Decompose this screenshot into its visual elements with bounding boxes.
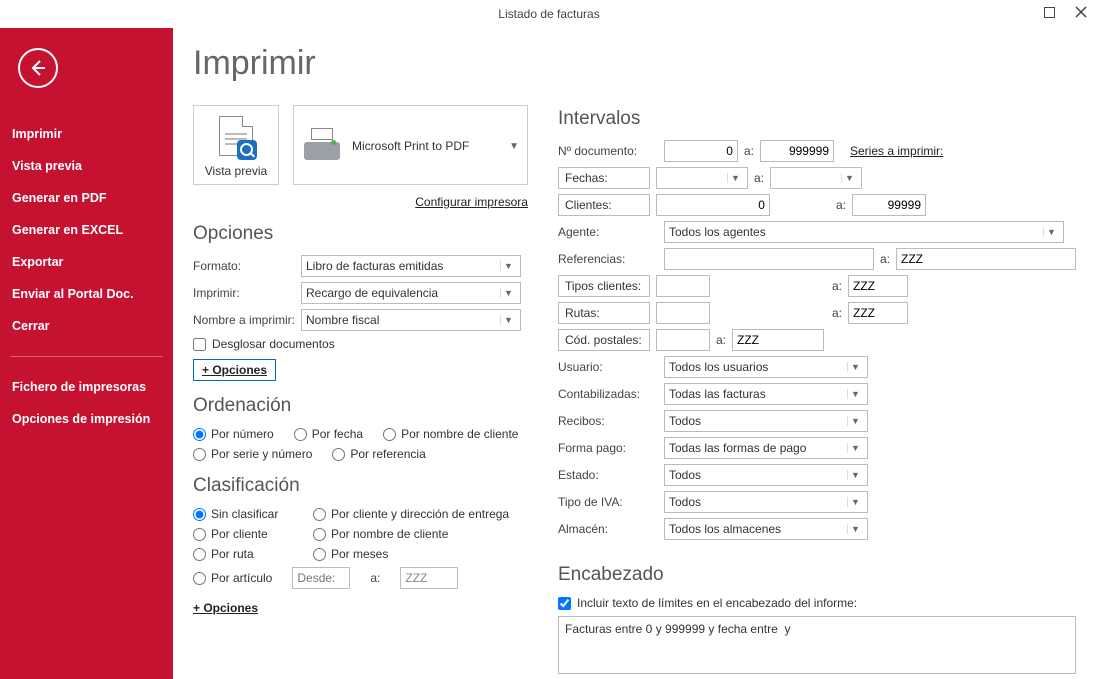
sidebar-item-cerrar[interactable]: Cerrar: [0, 310, 173, 342]
clas-mas-opciones[interactable]: + Opciones: [193, 601, 258, 615]
orden-por-nombre-cliente[interactable]: Por nombre de cliente: [383, 427, 518, 441]
clas-desde-input[interactable]: [292, 567, 350, 589]
clas-por-cliente[interactable]: Por cliente: [193, 527, 293, 541]
clas-por-cliente-direccion[interactable]: Por cliente y dirección de entrega: [313, 507, 509, 521]
clas-por-meses[interactable]: Por meses: [313, 547, 388, 561]
imprimir-select[interactable]: Recargo de equivalencia▼: [301, 282, 521, 304]
sidebar-item-enviar-portal[interactable]: Enviar al Portal Doc.: [0, 278, 173, 310]
estado-select[interactable]: Todos▼: [664, 464, 868, 486]
cp-from[interactable]: [656, 329, 710, 351]
encabezado-textarea[interactable]: [558, 616, 1076, 674]
clas-por-articulo[interactable]: Por artículo: [193, 571, 272, 585]
sidebar-item-generar-excel[interactable]: Generar en EXCEL: [0, 214, 173, 246]
printer-name: Microsoft Print to PDF: [352, 139, 469, 153]
clas-a-label: a:: [370, 571, 380, 585]
clientes-to[interactable]: [852, 194, 926, 216]
clas-por-ruta[interactable]: Por ruta: [193, 547, 293, 561]
iva-select[interactable]: Todos▼: [664, 491, 868, 513]
clas-por-nombre-cliente[interactable]: Por nombre de cliente: [313, 527, 448, 541]
orden-por-numero[interactable]: Por número: [193, 427, 274, 441]
cod-postales-button[interactable]: Cód. postales:: [558, 329, 650, 351]
sidebar: Imprimir Vista previa Generar en PDF Gen…: [0, 28, 173, 679]
iva-label: Tipo de IVA:: [558, 495, 658, 509]
configurar-impresora-link[interactable]: Configurar impresora: [193, 195, 528, 209]
sidebar-item-imprimir[interactable]: Imprimir: [0, 118, 173, 150]
opciones-title: Opciones: [193, 223, 528, 245]
sidebar-item-opciones-impresion[interactable]: Opciones de impresión: [0, 403, 173, 435]
window-title: Listado de facturas: [498, 7, 599, 21]
clas-hasta-input[interactable]: [400, 567, 458, 589]
clas-sin-clasificar[interactable]: Sin clasificar: [193, 507, 293, 521]
referencias-to[interactable]: [896, 248, 1076, 270]
almacen-label: Almacén:: [558, 522, 658, 536]
back-button[interactable]: [18, 48, 58, 88]
intervalos-title: Intervalos: [558, 108, 1076, 130]
fecha-from[interactable]: ▼: [656, 167, 748, 189]
recibos-label: Recibos:: [558, 414, 658, 428]
chevron-down-icon: ▼: [509, 141, 519, 152]
recibos-select[interactable]: Todos▼: [664, 410, 868, 432]
rutas-from[interactable]: [656, 302, 710, 324]
sidebar-item-fichero-impresoras[interactable]: Fichero de impresoras: [0, 371, 173, 403]
encabezado-title: Encabezado: [558, 564, 1076, 586]
sidebar-separator: [10, 356, 163, 357]
sidebar-item-vista-previa[interactable]: Vista previa: [0, 150, 173, 182]
referencias-from[interactable]: [664, 248, 874, 270]
series-imprimir-link[interactable]: Series a imprimir:: [850, 144, 943, 158]
close-button[interactable]: [1068, 2, 1094, 22]
sidebar-item-generar-pdf[interactable]: Generar en PDF: [0, 182, 173, 214]
estado-label: Estado:: [558, 468, 658, 482]
agente-label: Agente:: [558, 225, 658, 239]
imprimir-label: Imprimir:: [193, 286, 301, 300]
nombre-label: Nombre a imprimir:: [193, 313, 301, 327]
almacen-select[interactable]: Todos los almacenes▼: [664, 518, 868, 540]
clientes-from[interactable]: [656, 194, 770, 216]
orden-por-serie-numero[interactable]: Por serie y número: [193, 447, 312, 461]
fechas-button[interactable]: Fechas:: [558, 167, 650, 189]
formato-label: Formato:: [193, 259, 301, 273]
tipos-to[interactable]: [848, 275, 908, 297]
orden-por-fecha[interactable]: Por fecha: [294, 427, 363, 441]
nombre-select[interactable]: Nombre fiscal▼: [301, 309, 521, 331]
usuario-select[interactable]: Todos los usuarios▼: [664, 356, 868, 378]
clientes-button[interactable]: Clientes:: [558, 194, 650, 216]
referencias-label: Referencias:: [558, 252, 658, 266]
contab-label: Contabilizadas:: [558, 387, 658, 401]
sidebar-item-exportar[interactable]: Exportar: [0, 246, 173, 278]
ndoc-to[interactable]: [760, 140, 834, 162]
ndoc-from[interactable]: [664, 140, 738, 162]
fpago-select[interactable]: Todas las formas de pago▼: [664, 437, 868, 459]
maximize-button[interactable]: [1036, 2, 1062, 22]
tipos-from[interactable]: [656, 275, 710, 297]
rutas-button[interactable]: Rutas:: [558, 302, 650, 324]
ordenacion-title: Ordenación: [193, 395, 528, 417]
usuario-label: Usuario:: [558, 360, 658, 374]
contab-select[interactable]: Todas las facturas▼: [664, 383, 868, 405]
printer-select[interactable]: Microsoft Print to PDF ▼: [293, 105, 528, 185]
agente-select[interactable]: Todos los agentes▼: [664, 221, 1064, 243]
mas-opciones-button[interactable]: + Opciones: [193, 359, 276, 381]
clasificacion-title: Clasificación: [193, 475, 528, 497]
tipos-clientes-button[interactable]: Tipos clientes:: [558, 275, 650, 297]
titlebar: Listado de facturas: [0, 0, 1098, 28]
desglosar-checkbox[interactable]: Desglosar documentos: [193, 337, 528, 351]
cp-to[interactable]: [732, 329, 824, 351]
orden-por-referencia[interactable]: Por referencia: [332, 447, 425, 461]
formato-select[interactable]: Libro de facturas emitidas▼: [301, 255, 521, 277]
vista-previa-label: Vista previa: [202, 164, 270, 178]
rutas-to[interactable]: [848, 302, 908, 324]
document-preview-icon: [213, 116, 259, 160]
page-heading: Imprimir: [193, 44, 528, 83]
fpago-label: Forma pago:: [558, 441, 658, 455]
vista-previa-button[interactable]: Vista previa: [193, 105, 279, 185]
fecha-to[interactable]: ▼: [770, 167, 862, 189]
ndoc-label: Nº documento:: [558, 144, 658, 158]
incluir-texto-checkbox[interactable]: Incluir texto de límites en el encabezad…: [558, 596, 1076, 610]
printer-icon: [302, 128, 342, 164]
